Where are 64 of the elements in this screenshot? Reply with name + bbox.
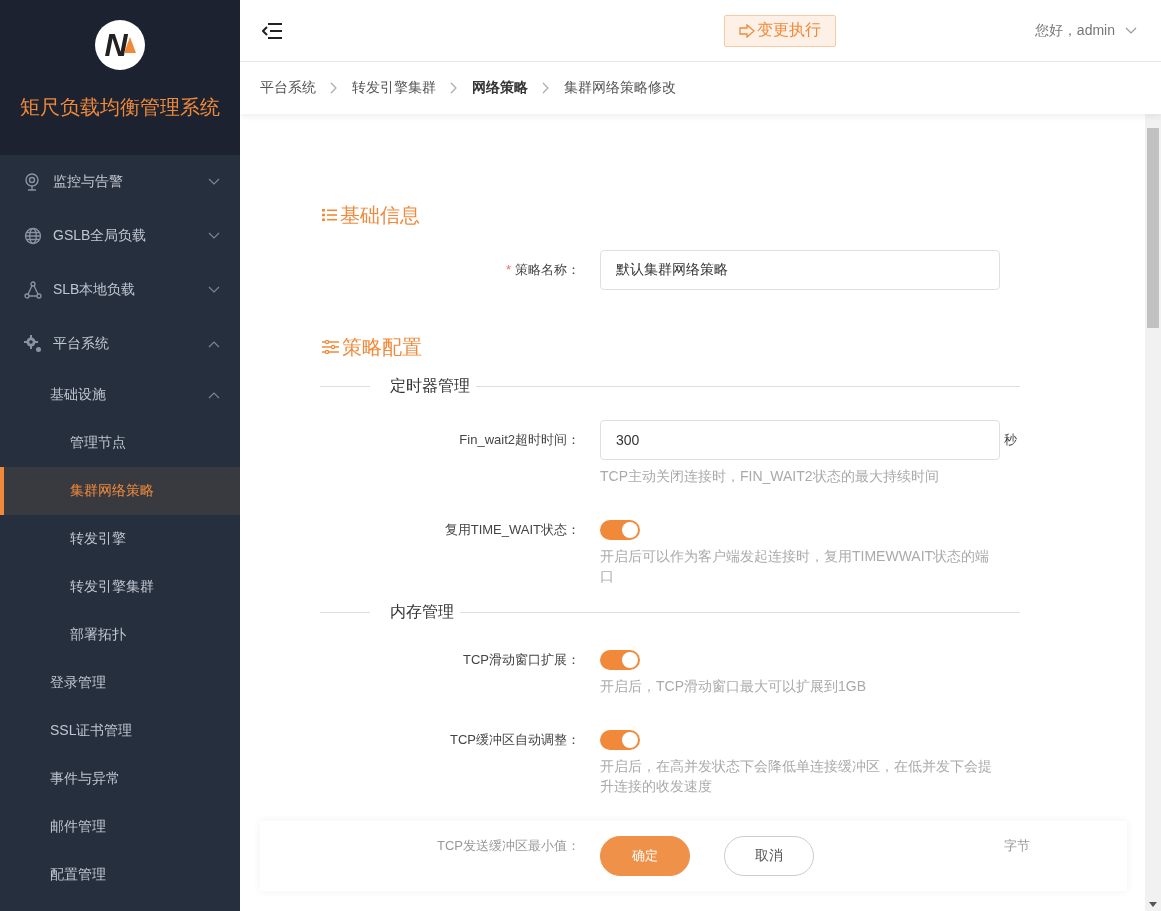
menu-icon[interactable] [262,21,282,40]
menu-item[interactable]: 转发引擎 [0,515,240,563]
separator-icon [542,82,550,94]
field-label: * 策略名称： [504,261,580,279]
field-hint: 开启后可以作为客户端发起连接时，复用TIMEWWAIT状态的端口 [600,547,991,586]
chevron-icon [208,391,220,399]
field-label: TCP发送缓冲区最小值： [436,837,580,855]
chevron-icon [208,286,220,294]
menu-item[interactable]: 基础设施 [0,371,240,419]
scroll-down-arrow-icon[interactable] [1149,902,1157,907]
menu-item[interactable]: GSLB全局负载 [0,209,240,263]
unit-label: 字节 [1004,837,1031,855]
toggle-switch[interactable] [600,520,640,540]
breadcrumb-link[interactable]: 网络策略 [472,79,528,97]
app-title: 矩尺负载均衡管理系统 [20,95,220,120]
chevron-icon [208,178,220,186]
user-greeting[interactable]: 您好，admin [1034,21,1115,40]
chevron-icon [208,340,220,348]
gears-icon [24,335,42,353]
separator-icon [450,82,458,94]
sliders-icon [322,340,339,354]
separator-icon [330,82,338,94]
menu-item[interactable]: 登录管理 [0,659,240,707]
menu-item[interactable]: 邮件管理 [0,803,240,851]
breadcrumb-link[interactable]: 转发引擎集群 [352,79,436,97]
menu-item[interactable]: SLB本地负载 [0,263,240,317]
chevron-icon [208,232,220,240]
field-label: 复用TIME_WAIT状态： [443,521,580,539]
field-label: Fin_wait2超时时间： [458,431,580,449]
field-hint: 开启后，在高并发状态下会降低单连接缓冲区，在低并发下会提升连接的收发速度 [600,757,993,796]
required-mark: * [505,262,511,277]
menu-item[interactable]: SSL证书管理 [0,707,240,755]
menu-item[interactable]: 集群网络策略 [0,467,240,515]
section-title: 策略配置 [342,334,422,360]
list-icon [322,209,337,221]
menu-item[interactable]: 事件与异常 [0,755,240,803]
logo: N [95,20,145,70]
camera-icon [24,173,40,191]
toggle-switch[interactable] [600,730,640,750]
field-label: TCP缓冲区自动调整： [449,731,580,749]
network-nodes-icon [24,281,42,299]
group-title: 内存管理 [389,601,455,622]
menu-item[interactable]: 配置管理 [0,851,240,899]
arrow-icon [739,23,755,38]
menu-item[interactable]: 部署拓扑 [0,611,240,659]
input-field[interactable]: 默认集群网络策略 [600,250,1000,290]
input-field[interactable]: 300 [600,420,1000,460]
field-label: TCP滑动窗口扩展： [462,651,580,669]
breadcrumb-link[interactable]: 平台系统 [260,79,316,97]
cancel-button[interactable]: 取消 [724,836,814,876]
field-hint: 开启后，TCP滑动窗口最大可以扩展到1GB [600,677,867,696]
menu-item[interactable]: 监控与告警 [0,155,240,209]
menu-item[interactable]: 平台系统 [0,317,240,371]
field-hint: TCP主动关闭连接时，FIN_WAIT2状态的最大持续时间 [600,467,940,486]
dropdown-caret-icon [1125,26,1137,35]
group-title: 定时器管理 [389,375,471,396]
section-title: 基础信息 [340,202,420,228]
breadcrumb-link[interactable]: 集群网络策略修改 [564,79,676,97]
globe-icon [24,227,42,245]
toggle-switch[interactable] [600,650,640,670]
scrollbar-thumb[interactable] [1147,128,1159,328]
unit-label: 秒 [1004,431,1018,449]
menu-item[interactable]: 转发引擎集群 [0,563,240,611]
menu-item[interactable]: 管理节点 [0,419,240,467]
